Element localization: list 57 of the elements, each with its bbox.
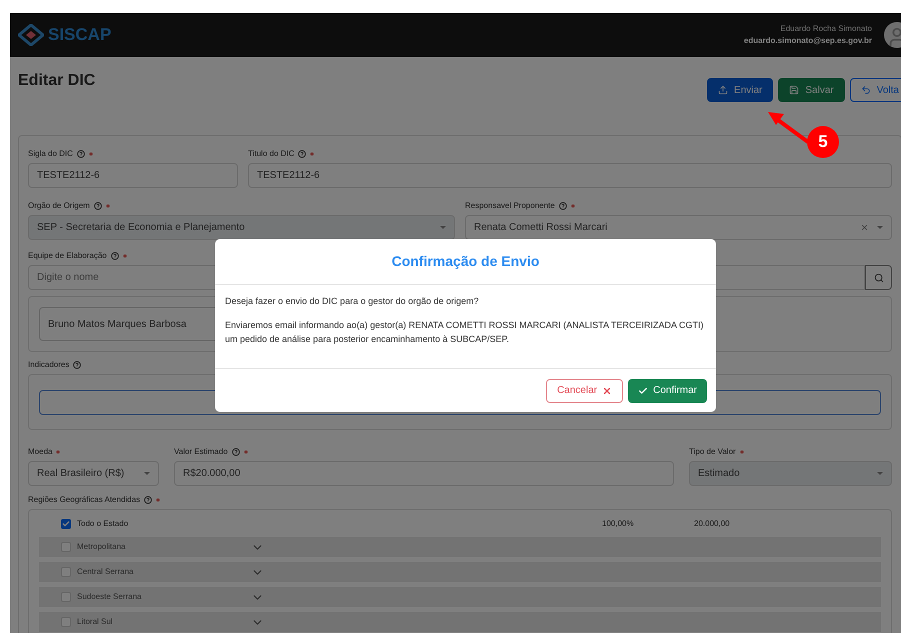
select-field[interactable]: Estimado bbox=[689, 461, 892, 486]
check-icon bbox=[638, 386, 648, 396]
back-button[interactable]: Volta bbox=[850, 78, 901, 102]
page-title: Editar DIC bbox=[18, 71, 96, 91]
send-button[interactable]: Enviar bbox=[707, 78, 774, 102]
dropdown-arrow-icon bbox=[144, 472, 150, 476]
dropdown-arrow-icon bbox=[877, 472, 883, 476]
field-label: Equipe de Elaboração bbox=[28, 250, 107, 262]
field-label: Valor Estimado bbox=[174, 446, 228, 458]
select-field[interactable]: Real Brasileiro (R$) bbox=[28, 461, 159, 486]
logo-text: SISCAP bbox=[48, 24, 112, 46]
dialog-message: Deseja fazer o envio do DIC para o gestor do orgão de origem? bbox=[225, 295, 480, 308]
cancel-button[interactable]: Cancelar bbox=[546, 378, 624, 402]
dropdown-arrow-icon bbox=[877, 226, 883, 230]
clear-icon[interactable] bbox=[860, 223, 869, 232]
save-button[interactable]: Salvar bbox=[778, 78, 845, 102]
step-badge: 5 bbox=[807, 126, 839, 158]
region-name: Sudoeste Serrana bbox=[77, 591, 142, 603]
search-button[interactable] bbox=[865, 265, 892, 290]
close-icon bbox=[602, 386, 612, 396]
field-label: Responsavel Proponente bbox=[465, 200, 555, 212]
checkbox[interactable] bbox=[61, 617, 71, 627]
text-field[interactable]: TESTE2112-6 bbox=[248, 163, 892, 188]
select-field[interactable]: Renata Cometti Rossi Marcari bbox=[465, 215, 892, 240]
logo-icon bbox=[18, 24, 44, 46]
field-label: Regiões Geográficas Atendidas bbox=[28, 494, 140, 506]
upload-icon bbox=[718, 85, 728, 95]
region-row[interactable]: Litoral Sul bbox=[39, 612, 881, 632]
return-arrow-icon bbox=[860, 85, 871, 95]
field-label: Moeda bbox=[28, 446, 52, 458]
region-row[interactable]: Sudoeste Serrana bbox=[39, 587, 881, 607]
region-name: Central Serrana bbox=[77, 566, 134, 578]
region-row[interactable]: Central Serrana bbox=[39, 562, 881, 582]
checkbox[interactable] bbox=[61, 592, 71, 602]
field-label: Titulo do DIC bbox=[248, 148, 294, 160]
region-name: Metropolitana bbox=[77, 541, 126, 553]
user-name: Eduardo Rocha Simonato bbox=[780, 23, 872, 35]
region-row[interactable]: Metropolitana bbox=[39, 537, 881, 557]
field-label: Orgão de Origem bbox=[28, 200, 90, 212]
region-name: Litoral Sul bbox=[77, 616, 114, 628]
confirm-button[interactable]: Confirmar bbox=[628, 378, 707, 402]
dropdown-arrow-icon bbox=[440, 226, 446, 230]
checkbox[interactable] bbox=[61, 519, 71, 529]
field-label: Sigla do DIC bbox=[28, 148, 73, 160]
dialog-title: Confirmação de Envio bbox=[392, 252, 540, 271]
checkbox[interactable] bbox=[61, 542, 71, 552]
region-name: Todo o Estado bbox=[77, 518, 130, 530]
field-label: Tipo de Valor bbox=[689, 446, 736, 458]
text-field[interactable]: TESTE2112-6 bbox=[28, 163, 238, 188]
checkbox[interactable] bbox=[61, 567, 71, 577]
region-amount: 20.000,00 bbox=[694, 518, 730, 530]
region-percent: 100,00% bbox=[602, 518, 635, 530]
user-email: eduardo.simonato@sep.es.gov.br bbox=[744, 35, 872, 47]
field-label: Indicadores bbox=[28, 359, 70, 371]
text-field[interactable]: R$20.000,00 bbox=[174, 461, 674, 486]
select-field[interactable]: SEP - Secretaria de Economia e Planejamento bbox=[28, 215, 455, 240]
search-icon bbox=[874, 272, 884, 282]
